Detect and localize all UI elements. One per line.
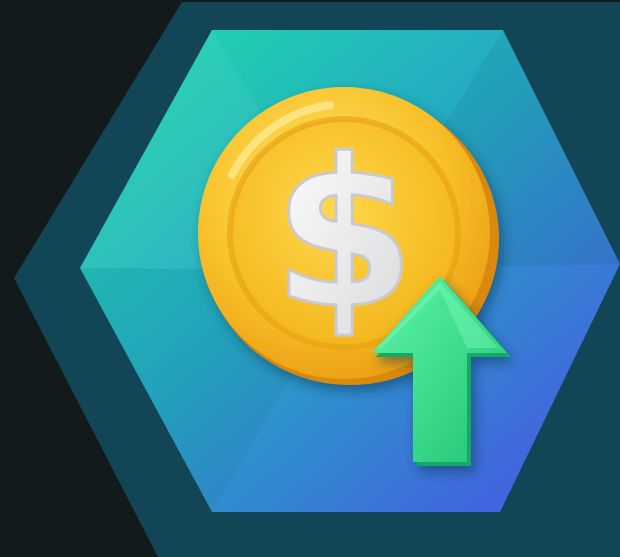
coin-growth-illustration: $ (14, 2, 620, 557)
dollar-symbol: $ (273, 116, 416, 354)
illustration-stage: $ (0, 0, 620, 557)
